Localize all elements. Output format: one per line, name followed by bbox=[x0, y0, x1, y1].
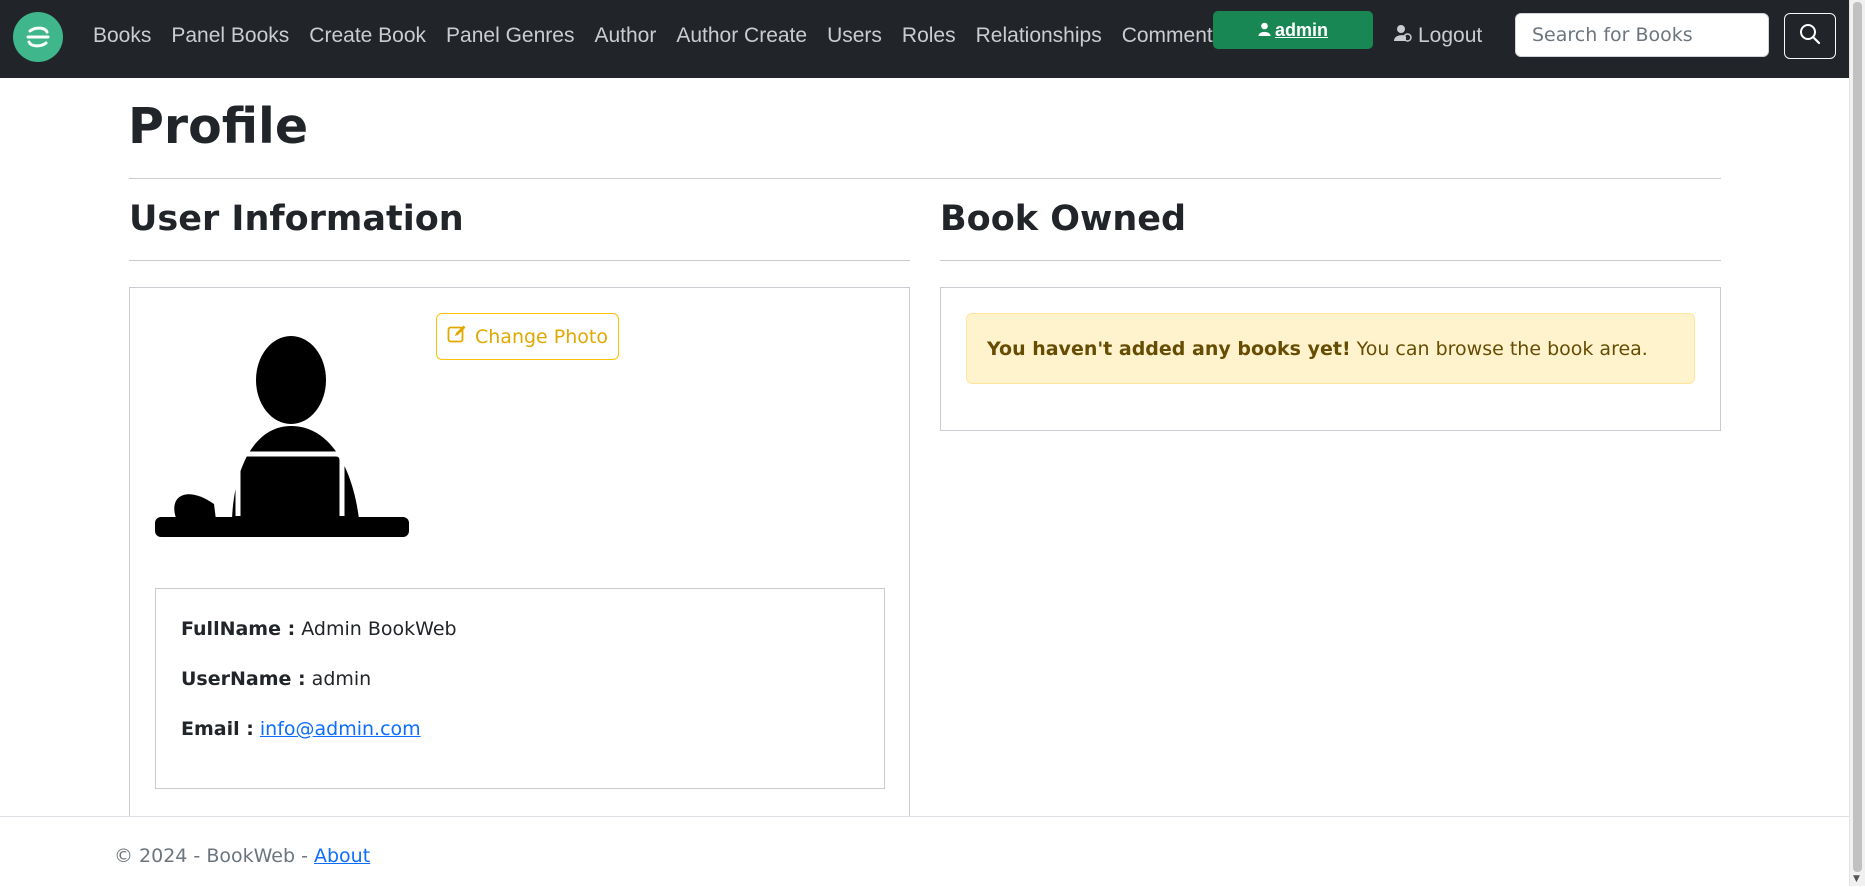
top-navbar: Books Panel Books Create Book Panel Genr… bbox=[0, 0, 1850, 78]
fullname-row: FullName : Admin BookWeb bbox=[181, 618, 457, 640]
book-owned-divider bbox=[940, 260, 1721, 261]
nav-link-panel-genres[interactable]: Panel Genres bbox=[436, 24, 584, 48]
email-row: Email : info@admin.com bbox=[181, 718, 421, 740]
alert-text: You can browse the book area. bbox=[1356, 337, 1648, 360]
title-divider bbox=[129, 178, 1721, 179]
about-link[interactable]: About bbox=[314, 845, 370, 867]
user-avatar-image bbox=[154, 334, 410, 550]
no-books-alert: You haven't added any books yet! You can… bbox=[966, 313, 1695, 384]
user-logout-icon bbox=[1394, 24, 1412, 48]
user-button-label: admin bbox=[1274, 19, 1328, 40]
username-row: UserName : admin bbox=[181, 668, 371, 690]
book-owned-card: You haven't added any books yet! You can… bbox=[940, 287, 1721, 431]
search-button[interactable] bbox=[1784, 13, 1836, 59]
page-title: Profile bbox=[128, 98, 309, 155]
email-link[interactable]: info@admin.com bbox=[260, 718, 421, 740]
nav-link-users[interactable]: Users bbox=[817, 24, 892, 48]
scroll-down-arrow-icon[interactable]: ▼ bbox=[1853, 874, 1860, 884]
user-information-card: Change Photo FullName : Admin BookWeb Us… bbox=[129, 287, 910, 887]
username-value: admin bbox=[311, 668, 372, 690]
page-footer: © 2024 - BookWeb - About bbox=[0, 816, 1850, 887]
user-information-heading: User Information bbox=[129, 199, 464, 239]
change-photo-button[interactable]: Change Photo bbox=[436, 313, 619, 360]
nav-link-roles[interactable]: Roles bbox=[892, 24, 966, 48]
nav-link-author-create[interactable]: Author Create bbox=[666, 24, 817, 48]
nav-link-panel-books[interactable]: Panel Books bbox=[161, 24, 299, 48]
page-scrollbar[interactable]: ▼ bbox=[1849, 0, 1865, 886]
nav-link-books[interactable]: Books bbox=[83, 24, 161, 48]
email-label: Email : bbox=[181, 718, 254, 740]
nav-link-create-book[interactable]: Create Book bbox=[299, 24, 436, 48]
footer-text: © 2024 - BookWeb - About bbox=[114, 845, 370, 867]
alert-strong-text: You haven't added any books yet! bbox=[987, 337, 1351, 360]
search-input[interactable] bbox=[1515, 13, 1769, 57]
user-profile-button[interactable]: admin bbox=[1213, 11, 1373, 49]
nav-link-relationships[interactable]: Relationships bbox=[966, 24, 1112, 48]
change-photo-label: Change Photo bbox=[475, 325, 608, 348]
copyright-text: © 2024 - BookWeb - bbox=[114, 845, 308, 867]
book-owned-heading: Book Owned bbox=[940, 199, 1187, 239]
logout-link[interactable]: Logout bbox=[1394, 0, 1482, 72]
fullname-label: FullName : bbox=[181, 618, 296, 640]
nav-link-author[interactable]: Author bbox=[584, 24, 666, 48]
search-icon bbox=[1799, 23, 1821, 49]
user-details-box: FullName : Admin BookWeb UserName : admi… bbox=[155, 588, 885, 789]
logout-label: Logout bbox=[1418, 24, 1483, 47]
user-information-divider bbox=[129, 260, 910, 261]
scrollbar-thumb[interactable] bbox=[1853, 2, 1862, 872]
fullname-value: Admin BookWeb bbox=[301, 618, 457, 640]
nav-links: Books Panel Books Create Book Panel Genr… bbox=[83, 0, 1233, 72]
edit-icon bbox=[447, 324, 467, 349]
user-icon bbox=[1258, 20, 1271, 41]
brand-logo-icon[interactable] bbox=[13, 12, 63, 62]
username-label: UserName : bbox=[181, 668, 306, 690]
